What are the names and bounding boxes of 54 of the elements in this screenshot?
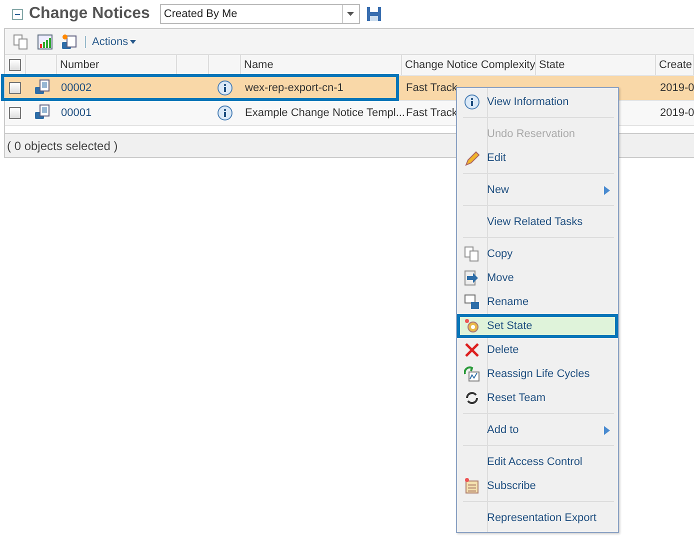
menu-item[interactable]: Move	[457, 266, 618, 290]
table-cell-text: Example Change Notice Templ...	[244, 107, 402, 119]
save-icon	[366, 6, 382, 22]
collapse-toggle[interactable]	[12, 8, 23, 20]
gear-icon	[464, 318, 480, 334]
column-header[interactable]: Change Notice Complexity	[402, 55, 536, 75]
menu-item[interactable]: Edit Access Control	[457, 450, 618, 474]
table-cell-text: Fast Track	[405, 107, 458, 119]
menu-item[interactable]: New	[457, 178, 618, 202]
view-dropdown[interactable]: Created By Me	[160, 4, 360, 24]
number-link[interactable]: 00001	[57, 107, 177, 119]
delete-icon	[464, 342, 480, 358]
number-link[interactable]: 00002	[57, 82, 177, 94]
menu-item[interactable]: Copy	[457, 242, 618, 266]
pencil-icon	[464, 150, 480, 166]
column-header[interactable]: State	[536, 55, 656, 75]
menu-item[interactable]: View Information	[457, 90, 618, 114]
notes-icon	[464, 478, 480, 494]
chart-icon	[37, 34, 53, 50]
menu-item[interactable]: Representation Export	[457, 506, 618, 530]
rename-icon	[464, 294, 480, 310]
select-all-checkbox[interactable]	[9, 59, 21, 71]
table-cell-text: 2019-0	[659, 107, 694, 119]
new-notice-icon	[61, 34, 77, 50]
caret-icon	[130, 40, 136, 44]
reset-icon	[464, 390, 480, 406]
menu-item[interactable]: Reset Team	[457, 386, 618, 410]
notice-icon	[34, 78, 50, 94]
move-icon	[464, 270, 480, 286]
menu-item[interactable]: Delete	[457, 338, 618, 362]
menu-item[interactable]: View Related Tasks	[457, 210, 618, 234]
section-title: Change Notices	[29, 5, 150, 23]
table-cell-text: wex-rep-export-cn-1	[244, 82, 344, 94]
column-header[interactable]: Create	[656, 55, 694, 75]
dropdown-caret-icon	[347, 12, 354, 16]
row-checkbox[interactable]	[9, 107, 21, 119]
column-header[interactable]: Number	[57, 55, 177, 75]
info-icon	[464, 94, 480, 110]
notice-icon	[34, 104, 50, 120]
menu-item[interactable]: Reassign Life Cycles	[457, 362, 618, 386]
menu-item[interactable]: Set State	[457, 314, 618, 338]
life-cycle-icon	[464, 366, 480, 382]
info-icon	[217, 80, 233, 96]
copy-icon	[13, 34, 29, 50]
info-icon	[217, 105, 233, 121]
menu-item[interactable]: Add to	[457, 418, 618, 442]
menu-item[interactable]: Rename	[457, 290, 618, 314]
table-cell-text: Fast Track	[405, 82, 458, 94]
column-header[interactable]: Name	[241, 55, 402, 75]
table-cell-text: 2019-0	[659, 82, 694, 94]
copy-icon	[464, 246, 480, 262]
row-checkbox[interactable]	[9, 82, 21, 94]
actions-menu-button[interactable]: Actions	[85, 36, 136, 48]
menu-item[interactable]: Subscribe	[457, 474, 618, 498]
